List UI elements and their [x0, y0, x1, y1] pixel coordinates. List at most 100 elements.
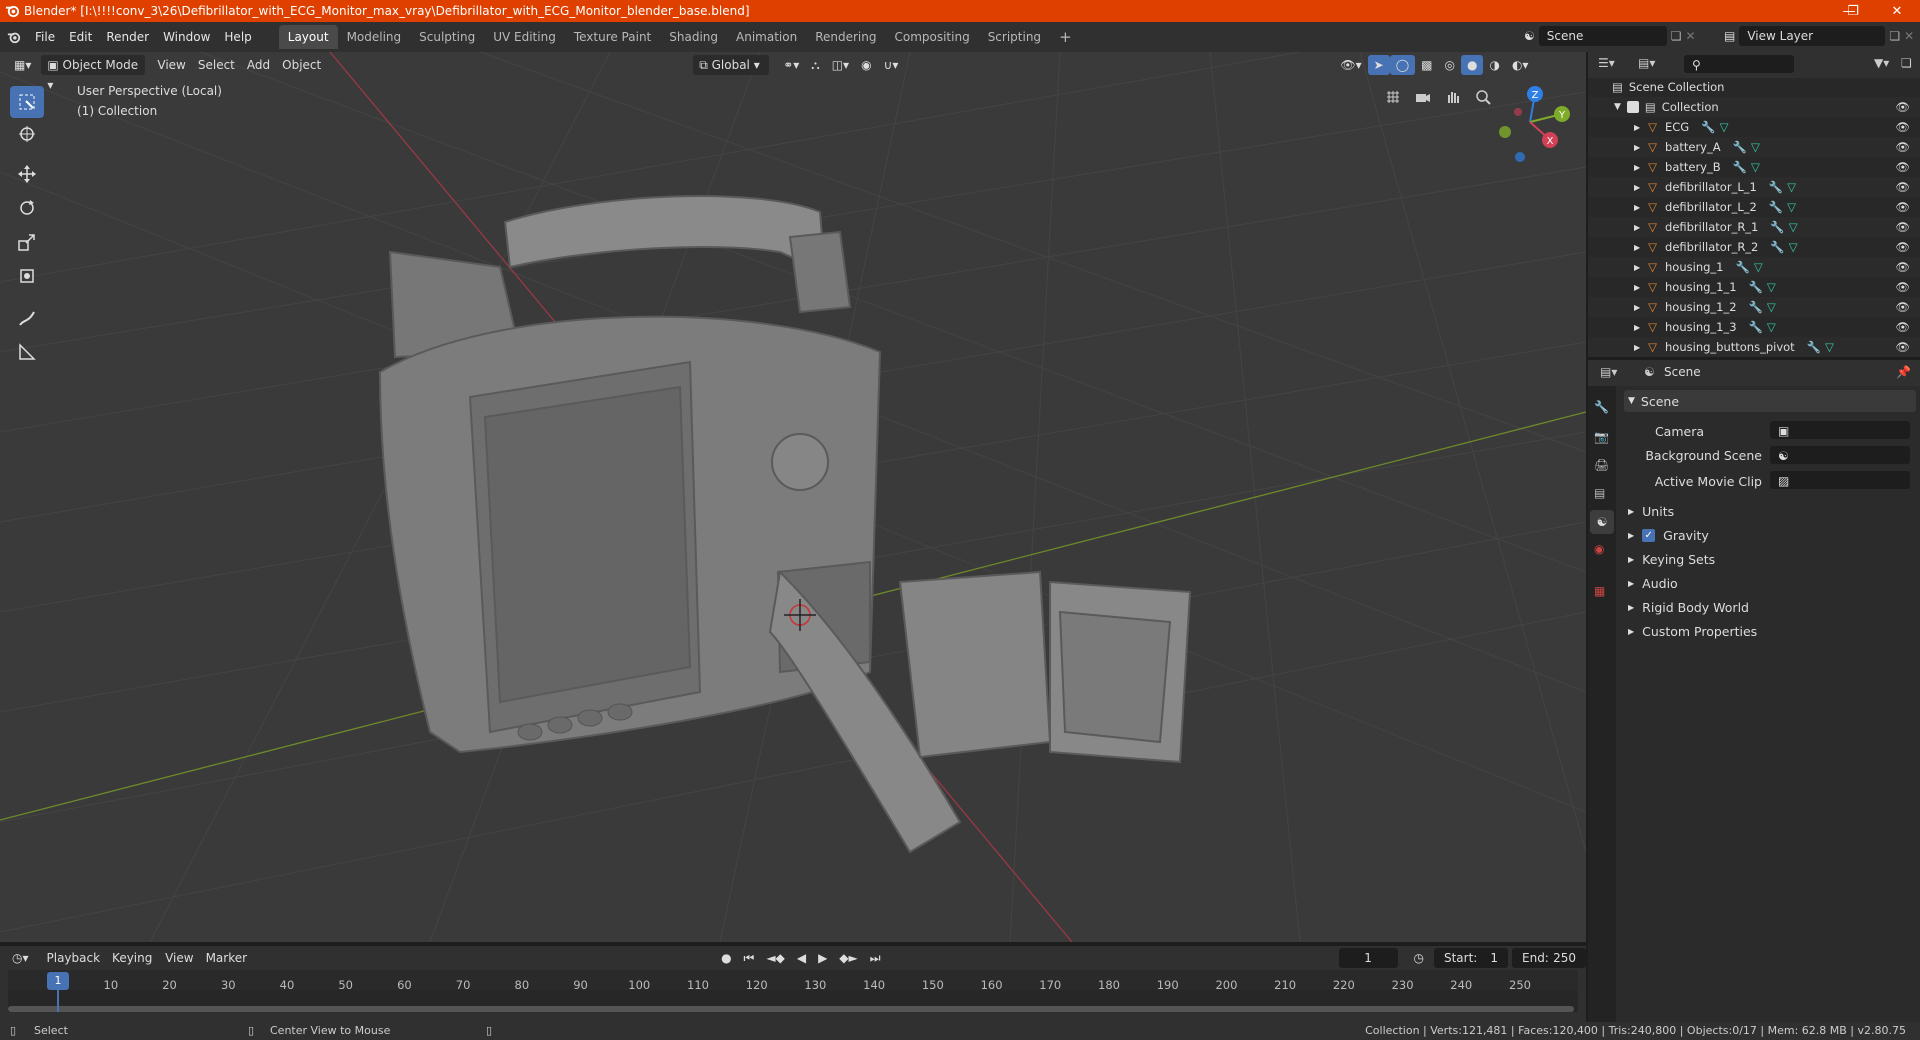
tab-texture-paint[interactable]: Texture Paint [565, 25, 660, 49]
toggle-ortho-icon[interactable] [1380, 84, 1406, 110]
outliner-editor-icon[interactable]: ☰▾ [1598, 56, 1615, 70]
outliner-item[interactable]: ▶ ▽ housing_1 🔧 ▽ 👁 [1588, 257, 1920, 277]
menu-select[interactable]: Select [192, 55, 241, 75]
tab-rendering[interactable]: Rendering [806, 25, 885, 49]
remove-scene-icon[interactable]: ✕ [1686, 29, 1696, 43]
texture-tab-icon[interactable]: ▦ [1594, 584, 1605, 598]
properties-section[interactable]: ▶ ✓ Gravity [1624, 524, 1916, 546]
menu-marker[interactable]: Marker [200, 948, 253, 968]
expand-icon[interactable]: ▶ [1634, 163, 1640, 172]
next-keyframe-icon[interactable]: ◆► [833, 948, 863, 968]
filter-icon[interactable]: ▼▾ [1874, 56, 1889, 70]
remove-viewlayer-icon[interactable]: ✕ [1904, 29, 1914, 43]
expand-icon[interactable]: ▶ [1634, 263, 1640, 272]
tab-shading[interactable]: Shading [660, 25, 727, 49]
shading-rendered-icon[interactable]: ◐▾ [1506, 55, 1535, 75]
tab-modeling[interactable]: Modeling [338, 25, 411, 49]
editor-type-icon[interactable]: ▦▾ [8, 55, 37, 75]
outliner-item[interactable]: ▶ ▽ housing_1_1 🔧 ▽ 👁 [1588, 277, 1920, 297]
properties-section[interactable]: ▶ Custom Properties [1624, 620, 1916, 642]
collection-checkbox[interactable] [1626, 101, 1639, 113]
expand-icon[interactable]: ▶ [1634, 183, 1640, 192]
outliner-item[interactable]: ▶ ▽ housing_1_3 🔧 ▽ 👁 [1588, 317, 1920, 337]
shading-solid-icon[interactable]: ● [1460, 55, 1484, 75]
outliner-item[interactable]: ▶ ▽ battery_B 🔧 ▽ 👁 [1588, 157, 1920, 177]
eye-icon[interactable]: 👁 [1895, 260, 1910, 274]
outliner-item[interactable]: ▶ ▽ defibrillator_L_1 🔧 ▽ 👁 [1588, 177, 1920, 197]
camera-view-icon[interactable] [1410, 84, 1436, 110]
shading-wireframe-icon[interactable]: ◎ [1438, 55, 1460, 75]
render-tab-icon[interactable]: 📷 [1594, 430, 1609, 444]
expand-icon[interactable]: ▶ [1634, 323, 1640, 332]
outliner-item[interactable]: ▶ ▽ defibrillator_R_1 🔧 ▽ 👁 [1588, 217, 1920, 237]
menu-file[interactable]: File [28, 25, 62, 49]
gravity-checkbox[interactable]: ✓ [1642, 528, 1656, 542]
menu-view[interactable]: View [151, 55, 191, 75]
prev-keyframe-icon[interactable]: ◄◆ [760, 948, 790, 968]
expand-icon[interactable]: ▶ [1634, 343, 1640, 352]
gizmo-toggle-icon[interactable]: ➤ [1367, 55, 1390, 75]
mode-selector[interactable]: ▣ Object Mode ▾ [41, 55, 146, 92]
blender-menu-icon[interactable] [0, 30, 28, 44]
expand-icon[interactable]: ▶ [1634, 123, 1640, 132]
world-tab-icon[interactable]: ◉ [1594, 542, 1604, 556]
expand-icon[interactable]: ▶ [1634, 283, 1640, 292]
pivot-icon[interactable]: ⚭▾ [777, 55, 805, 75]
menu-render[interactable]: Render [99, 25, 156, 49]
menu-window[interactable]: Window [156, 25, 217, 49]
eye-icon[interactable]: 👁 [1895, 140, 1910, 154]
expand-icon[interactable]: ▶ [1634, 243, 1640, 252]
navigation-gizmo[interactable]: Z Y X [1490, 82, 1570, 162]
end-frame-field[interactable]: End: 250 [1512, 948, 1587, 968]
eye-icon[interactable]: 👁 [1895, 220, 1910, 234]
outliner-item[interactable]: ▶ ▽ ECG 🔧 ▽ 👁 [1588, 117, 1920, 137]
outliner-item[interactable]: ▶ ▽ defibrillator_R_2 🔧 ▽ 👁 [1588, 237, 1920, 257]
menu-edit[interactable]: Edit [62, 25, 99, 49]
properties-section[interactable]: ▶ Units [1624, 500, 1916, 522]
pan-view-icon[interactable] [1440, 84, 1466, 110]
new-viewlayer-icon[interactable]: ❏ [1889, 29, 1900, 43]
camera-field[interactable]: ▣ [1770, 421, 1910, 439]
expand-icon[interactable]: ▶ [1634, 203, 1640, 212]
outliner-search-input[interactable]: ⚲ [1684, 55, 1794, 73]
start-frame-field[interactable]: Start: 1 [1433, 948, 1508, 968]
eye-icon[interactable]: 👁 [1895, 300, 1910, 314]
record-icon[interactable]: ● [715, 948, 737, 968]
collapse-icon[interactable]: ▼ [1614, 102, 1621, 112]
properties-section[interactable]: ▶ Audio [1624, 572, 1916, 594]
play-icon[interactable]: ▶ [812, 948, 833, 968]
tool-cursor[interactable] [10, 118, 44, 150]
eye-icon[interactable]: 👁 [1895, 280, 1910, 294]
output-tab-icon[interactable]: 🖨 [1594, 458, 1609, 472]
current-frame-field[interactable]: 1 [1338, 948, 1398, 968]
viewlayer-field[interactable]: View Layer [1739, 26, 1886, 46]
proportional-edit-icon[interactable]: ◉ [855, 55, 877, 75]
background-scene-field[interactable]: ☯ [1770, 446, 1910, 464]
falloff-icon[interactable]: ∪▾ [878, 55, 905, 75]
expand-icon[interactable]: ▶ [1634, 223, 1640, 232]
scene-tab-icon[interactable]: ☯ [1590, 510, 1614, 534]
outliner-item[interactable]: ▶ ▽ housing_1_2 🔧 ▽ 👁 [1588, 297, 1920, 317]
pin-icon[interactable]: 📌 [1896, 365, 1911, 379]
visibility-icon[interactable]: 👁▾ [1334, 55, 1367, 75]
scene-field[interactable]: Scene [1538, 26, 1667, 46]
menu-timeline-view[interactable]: View [159, 948, 199, 968]
menu-playback[interactable]: Playback ▾ [41, 948, 107, 985]
tab-sculpting[interactable]: Sculpting [410, 25, 484, 49]
3d-viewport[interactable]: User Perspective (Local) (1) Collection … [0, 52, 1586, 942]
properties-section[interactable]: ▶ Keying Sets [1624, 548, 1916, 570]
tool-select-box[interactable] [10, 86, 44, 118]
tool-transform[interactable] [10, 260, 44, 292]
expand-icon[interactable]: ▶ [1634, 303, 1640, 312]
maximize-button[interactable]: ❐ [1830, 0, 1876, 22]
tool-scale[interactable] [10, 226, 44, 258]
menu-keying[interactable]: Keying ▾ [106, 948, 159, 985]
new-scene-icon[interactable]: ❏ [1671, 29, 1682, 43]
outliner-collection[interactable]: ▼ ▤ Collection 👁 [1588, 97, 1920, 117]
outliner-item[interactable]: ▶ ▽ battery_A 🔧 ▽ 👁 [1588, 137, 1920, 157]
jump-end-icon[interactable]: ⏭ [864, 948, 887, 968]
play-reverse-icon[interactable]: ◀ [791, 948, 812, 968]
properties-editor-icon[interactable]: ▤▾ [1600, 365, 1617, 379]
eye-icon[interactable]: 👁 [1895, 200, 1910, 214]
shading-material-icon[interactable]: ◑ [1483, 55, 1505, 75]
